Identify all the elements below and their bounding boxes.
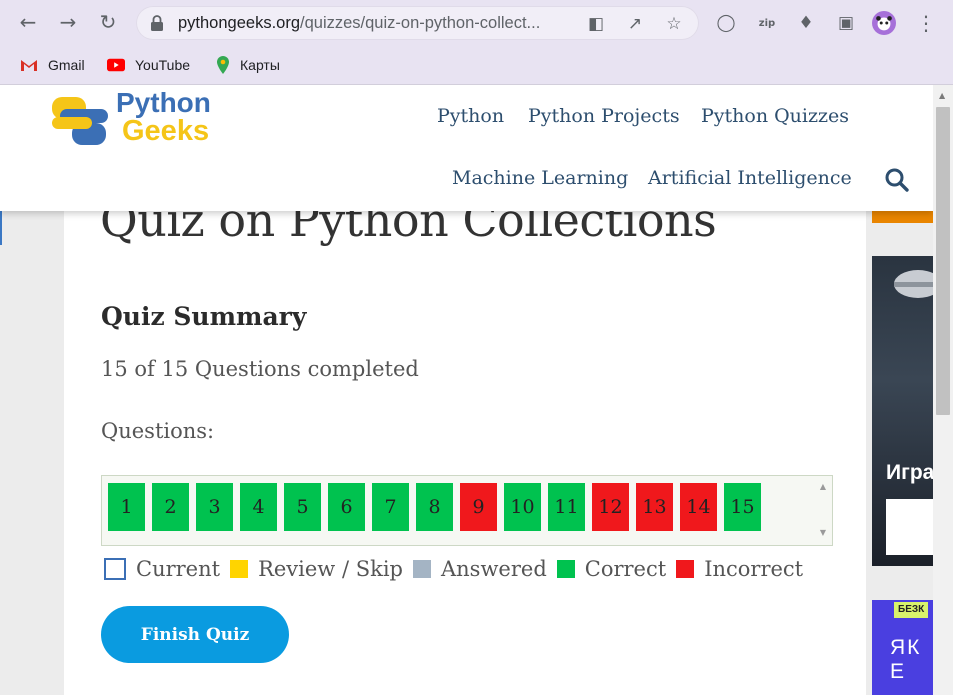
legend-label: Answered [440,557,547,581]
nav-artificial-intelligence[interactable]: Artificial Intelligence [648,167,852,189]
legend-item-review-skip: Review / Skip [230,557,403,581]
legend-swatch [676,560,695,578]
ad-tower-image [894,270,933,298]
legend-item-incorrect: Incorrect [676,557,803,581]
ad-banner-top[interactable] [872,211,933,223]
nav-python-projects[interactable]: Python Projects [528,105,680,127]
bookmark-youtube[interactable]: YouTube [107,54,190,76]
page-scrollbar[interactable]: ▲ [933,85,953,695]
legend-label: Correct [584,557,667,581]
ad-title: Игра [886,461,933,484]
scroll-up-icon[interactable]: ▲ [820,482,826,491]
maps-icon [217,56,229,74]
gmail-icon [21,60,37,71]
question-button-8[interactable]: 8 [416,483,453,531]
ad-bank[interactable]: БЕЗК ЯК Е [872,600,933,695]
bookmark-maps[interactable]: Карты [216,54,280,76]
translate-icon[interactable]: ◧ [586,14,606,34]
question-button-7[interactable]: 7 [372,483,409,531]
question-button-4[interactable]: 4 [240,483,277,531]
search-icon[interactable] [884,167,910,193]
ad-game[interactable]: Игра [872,256,933,566]
question-button-2[interactable]: 2 [152,483,189,531]
legend-swatch [230,560,249,578]
question-button-15[interactable]: 15 [724,483,761,531]
question-button-1[interactable]: 1 [108,483,145,531]
scroll-down-icon[interactable]: ▼ [820,528,826,537]
question-buttons: 1 2 3 4 5 6 7 8 9 10 11 12 13 14 15 [108,483,768,531]
legend-swatch [556,560,575,578]
questions-label: Questions: [101,419,215,443]
question-button-9[interactable]: 9 [460,483,497,531]
scrollbar-thumb[interactable] [936,107,950,415]
youtube-icon [107,58,125,72]
site-header: Python Geeks Python Python Projects Pyth… [0,85,933,211]
nav-machine-learning[interactable]: Machine Learning [452,167,628,189]
question-button-6[interactable]: 6 [328,483,365,531]
legend-label: Current [136,557,221,581]
legend-swatch [412,560,431,578]
lock-icon[interactable] [148,14,166,32]
questions-completed-text: 15 of 15 Questions completed [101,357,419,381]
bookmark-star-icon[interactable]: ☆ [664,14,684,34]
gitzip-icon[interactable]: zip [755,11,779,35]
legend-item-correct: Correct [556,557,667,581]
forward-icon[interactable]: → [54,8,82,36]
globe-icon[interactable]: ◯ [714,11,738,35]
nav-python-quizzes[interactable]: Python Quizzes [701,105,849,127]
reload-icon[interactable]: ↻ [94,8,122,36]
finish-quiz-button[interactable]: Finish Quiz [101,606,289,663]
question-button-12[interactable]: 12 [592,483,629,531]
question-button-10[interactable]: 10 [504,483,541,531]
ad-logo [886,499,933,555]
question-button-11[interactable]: 11 [548,483,585,531]
logo-word-geeks: Geeks [122,115,210,147]
side-panel-icon[interactable]: ▣ [834,11,858,35]
url-text[interactable]: pythongeeks.org/quizzes/quiz-on-python-c… [178,14,540,33]
question-button-13[interactable]: 13 [636,483,673,531]
question-legend: Current Review / Skip Answered Correct Incor… [104,557,813,581]
question-button-14[interactable]: 14 [680,483,717,531]
ad-badge: БЕЗК [894,602,929,618]
menu-icon[interactable]: ⋮ [914,11,938,35]
logo-python-icon [52,97,108,145]
profile-avatar[interactable] [872,11,896,35]
extensions-icon[interactable]: ♦ [794,11,818,35]
bookmark-gmail[interactable]: Gmail [20,54,85,76]
legend-swatch [104,558,126,580]
legend-item-answered: Answered [412,557,547,581]
question-list: 1 2 3 4 5 6 7 8 9 10 11 12 13 14 15 ▲ ▼ [101,475,833,546]
question-button-5[interactable]: 5 [284,483,321,531]
page-viewport: Игра БЕЗК ЯК Е Quiz on Python Collection… [0,85,933,695]
site-logo[interactable]: Python Geeks [50,87,230,149]
quiz-summary-heading: Quiz Summary [101,302,307,331]
browser-toolbar: ← → ↻ pythongeeks.org/quizzes/quiz-on-py… [0,0,953,46]
back-icon[interactable]: ← [14,8,42,36]
ad-text: ЯК Е [890,636,922,683]
nav-python[interactable]: Python [437,105,504,127]
legend-item-current: Current [104,557,220,581]
scrollbar-up-icon[interactable]: ▲ [939,91,945,100]
left-edge-accent [0,209,2,245]
question-button-3[interactable]: 3 [196,483,233,531]
share-icon[interactable]: ↗ [625,14,645,34]
address-bar[interactable]: pythongeeks.org/quizzes/quiz-on-python-c… [136,6,699,40]
legend-label: Incorrect [704,557,804,581]
legend-label: Review / Skip [258,557,403,581]
bookmarks-bar: Gmail YouTube Карты [0,46,953,85]
